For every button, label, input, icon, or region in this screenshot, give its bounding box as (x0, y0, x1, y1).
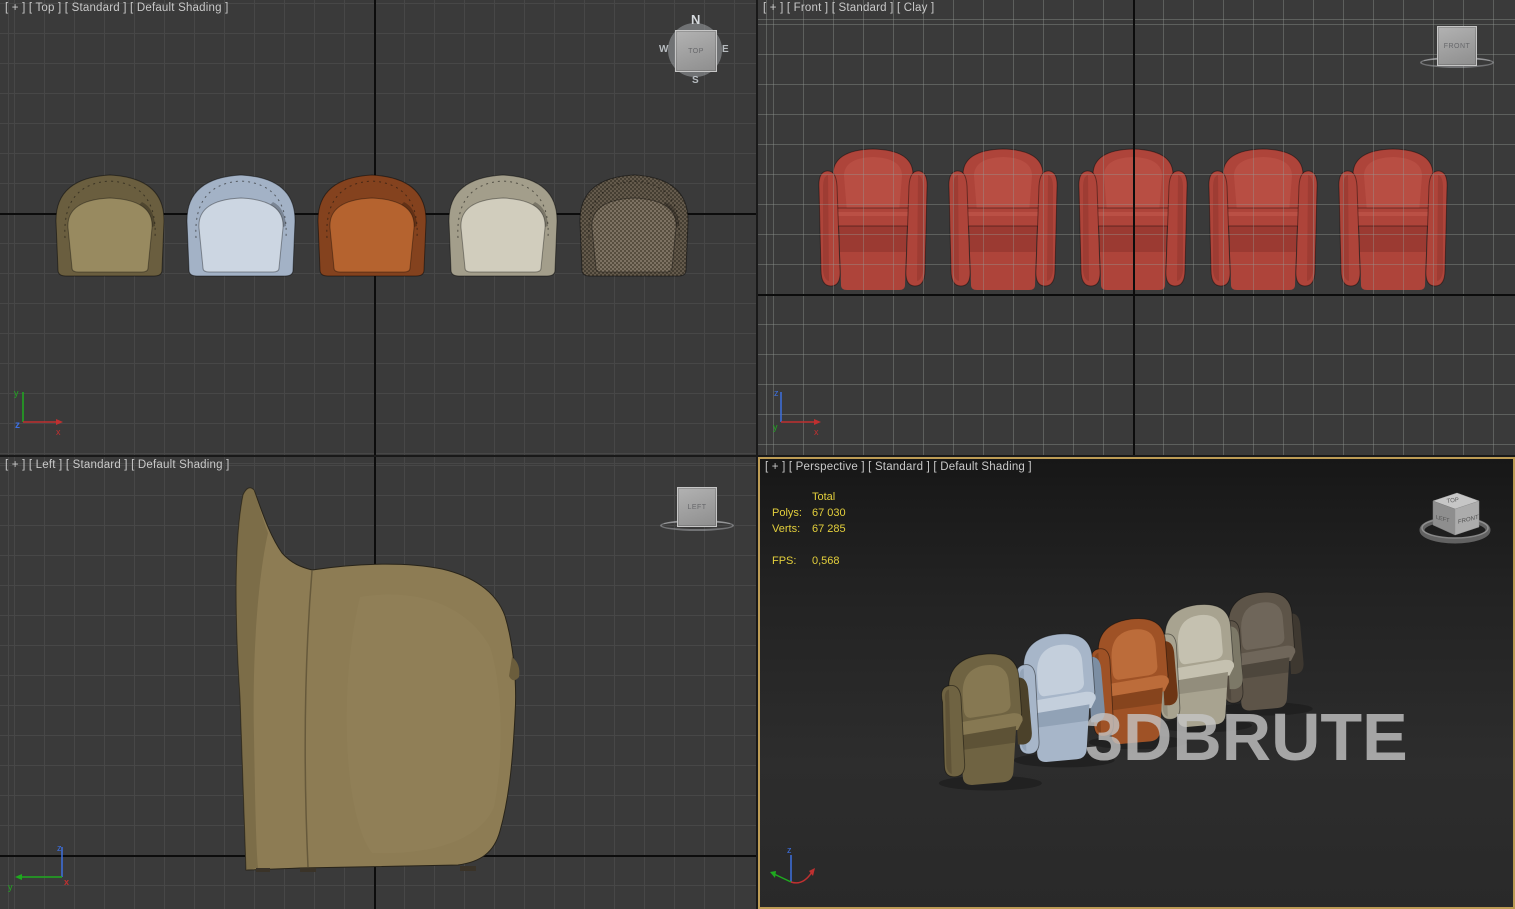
svg-text:z: z (774, 388, 779, 398)
viewport-label-perspective[interactable]: [ + ] [ Perspective ] [ Standard ] [ Def… (765, 461, 1032, 473)
world-axis-tripod-top: y x z (6, 382, 70, 438)
viewport-label-left[interactable]: [ + ] [ Left ] [ Standard ] [ Default Sh… (5, 459, 230, 471)
chair-front-4[interactable] (1209, 149, 1317, 290)
compass-north[interactable]: N (691, 12, 700, 27)
viewport-left[interactable]: [ + ] [ Left ] [ Standard ] [ Default Sh… (0, 457, 756, 909)
viewcube-front-face[interactable]: FRONT (1437, 26, 1477, 66)
chair-front-2[interactable] (949, 149, 1057, 290)
viewport-label-front[interactable]: [ + ] [ Front ] [ Standard ] [ Clay ] (763, 2, 934, 14)
svg-text:y: y (773, 422, 778, 432)
stats-verts-value: 67 285 (812, 523, 846, 535)
stats-fps-label: FPS: (772, 553, 812, 569)
svg-text:x: x (56, 427, 61, 437)
stats-fps-row: FPS:0,568 (772, 553, 846, 569)
viewcube-front-face-label: FRONT (1444, 43, 1471, 50)
svg-text:y: y (8, 882, 13, 892)
stats-total-row: Total (772, 489, 846, 505)
stats-verts-row: Verts:67 285 (772, 521, 846, 537)
svg-text:z: z (57, 843, 62, 853)
compass-east[interactable]: E (722, 44, 729, 55)
chair-top-rust[interactable] (318, 175, 426, 276)
chair-left-profile[interactable] (236, 488, 519, 872)
chair-front-3[interactable] (1079, 149, 1187, 290)
chair-front-5[interactable] (1339, 149, 1447, 290)
top-view-geometry (0, 0, 756, 455)
viewport-label-top[interactable]: [ + ] [ Top ] [ Standard ] [ Default Sha… (5, 2, 228, 14)
viewcube-left-face-label: LEFT (687, 504, 706, 511)
chair-top-beige[interactable] (449, 175, 557, 276)
world-axis-tripod-front: z x y (764, 382, 828, 438)
left-view-geometry (0, 457, 756, 909)
chair-top-houndstooth[interactable] (580, 175, 688, 276)
chair-top-light-blue[interactable] (187, 175, 295, 276)
statistics-panel: Total Polys:67 030 Verts:67 285 FPS:0,56… (772, 489, 846, 569)
stats-verts-label: Verts: (772, 521, 812, 537)
svg-text:y: y (14, 388, 19, 398)
viewcube-top-face[interactable]: TOP (675, 30, 717, 72)
stats-polys-row: Polys:67 030 (772, 505, 846, 521)
viewcube-perspective[interactable]: TOP LEFT FRONT (1413, 477, 1499, 557)
compass-west[interactable]: W (659, 44, 668, 55)
watermark-3dbrute: 3DBRUTE (1085, 699, 1408, 776)
viewport-front[interactable]: [ + ] [ Front ] [ Standard ] [ Clay ] FR… (758, 0, 1515, 455)
svg-text:z: z (787, 845, 792, 855)
perspective-view-geometry (760, 459, 1513, 907)
chair-front-1[interactable] (819, 149, 927, 290)
svg-text:x: x (814, 427, 819, 437)
viewcube-left-face[interactable]: LEFT (677, 487, 717, 527)
svg-text:x: x (64, 877, 69, 887)
stats-total-header: Total (812, 491, 835, 503)
chair-top-olive[interactable] (56, 175, 164, 276)
viewcube-front[interactable]: FRONT (1418, 26, 1498, 76)
world-axis-tripod-perspective: z (768, 841, 848, 901)
stats-polys-label: Polys: (772, 505, 812, 521)
world-axis-tripod-left: z y x (2, 835, 72, 895)
viewcube-compass[interactable]: N E S W TOP (660, 15, 730, 85)
viewport-perspective-active[interactable]: 3DBRUTE [ + ] [ Perspective ] [ Standard… (758, 457, 1515, 909)
stats-fps-value: 0,568 (812, 555, 840, 567)
viewcube-top-face-label: TOP (688, 48, 704, 55)
viewport-top[interactable]: [ + ] [ Top ] [ Standard ] [ Default Sha… (0, 0, 756, 455)
viewport-layout: [ + ] [ Top ] [ Standard ] [ Default Sha… (0, 0, 1515, 909)
svg-text:z: z (15, 420, 20, 431)
compass-south[interactable]: S (692, 75, 699, 86)
stats-polys-value: 67 030 (812, 507, 846, 519)
front-view-geometry (758, 0, 1515, 455)
viewcube-left[interactable]: LEFT (658, 487, 738, 539)
